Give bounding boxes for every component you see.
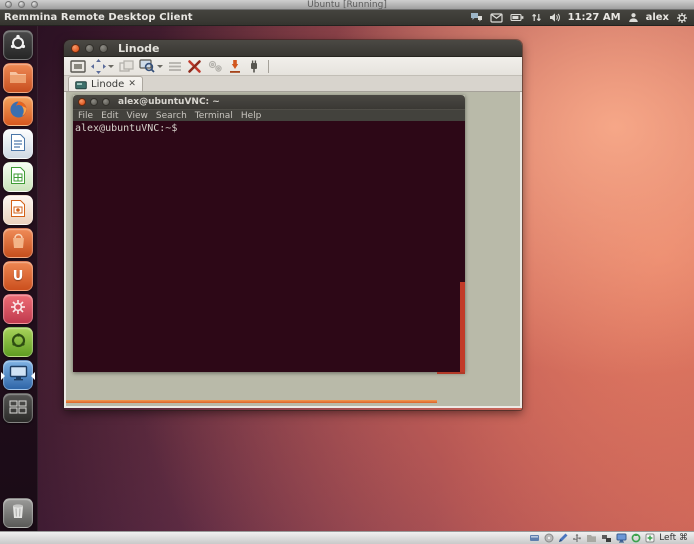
- terminal-titlebar[interactable]: alex@ubuntuVNC: ~: [73, 95, 465, 109]
- usb-icon[interactable]: [572, 533, 582, 543]
- remmina-titlebar[interactable]: Linode: [64, 40, 522, 57]
- menu-search[interactable]: Search: [156, 111, 187, 121]
- zoom-dropdown[interactable]: [157, 65, 163, 68]
- zoom-icon[interactable]: [139, 59, 163, 73]
- features-icon[interactable]: [631, 533, 641, 543]
- toolbar-separator: [268, 60, 269, 73]
- launcher-libreoffice-calc[interactable]: [3, 162, 33, 192]
- volume-icon[interactable]: [549, 12, 561, 23]
- focused-app-arrow-right: [31, 372, 35, 380]
- trash-can-icon: [10, 502, 26, 524]
- menu-edit[interactable]: Edit: [101, 111, 118, 121]
- display-icon[interactable]: [616, 533, 627, 543]
- session-username[interactable]: alex: [646, 12, 669, 23]
- folder-icon: [9, 69, 27, 88]
- virtualbox-statusbar: Left ⌘: [0, 531, 694, 544]
- menu-view[interactable]: View: [127, 111, 148, 121]
- shared-folders-icon[interactable]: [586, 534, 597, 543]
- menu-help[interactable]: Help: [241, 111, 262, 121]
- tab-close-icon[interactable]: ✕: [128, 79, 136, 89]
- preferences-tools-icon[interactable]: [187, 59, 202, 74]
- terminal-body[interactable]: alex@ubuntuVNC:~$: [73, 121, 465, 372]
- active-app-title: Remmina Remote Desktop Client: [0, 12, 193, 23]
- scaled-mode-dropdown[interactable]: [108, 65, 114, 68]
- remote-terminal-window[interactable]: alex@ubuntuVNC: ~ File Edit View Search …: [73, 95, 465, 372]
- software-center-bag-icon: [10, 233, 27, 254]
- calc-spreadsheet-icon: [10, 166, 26, 189]
- host-window-title: Ubuntu [Running]: [0, 0, 694, 10]
- minimize-to-tray-icon[interactable]: [228, 59, 242, 73]
- host-key-label: Left ⌘: [659, 532, 688, 544]
- launcher-system-settings[interactable]: [3, 294, 33, 324]
- connection-tab-linode[interactable]: Linode ✕: [68, 76, 143, 91]
- session-gear-icon[interactable]: [676, 12, 688, 24]
- menu-terminal[interactable]: Terminal: [195, 111, 233, 121]
- impress-presentation-icon: [10, 199, 26, 222]
- terminal-close-button[interactable]: [78, 98, 86, 106]
- network-icon[interactable]: [531, 12, 542, 23]
- launcher-firefox[interactable]: [3, 96, 33, 126]
- launcher-libreoffice-impress[interactable]: [3, 195, 33, 225]
- disconnect-plug-icon[interactable]: [247, 60, 261, 73]
- battery-icon[interactable]: [510, 13, 524, 22]
- optical-drive-icon[interactable]: [544, 533, 554, 543]
- launcher-ubuntu-one[interactable]: U: [3, 261, 33, 291]
- hard-disk-icon[interactable]: [529, 533, 540, 543]
- launcher-ubuntu-software-center[interactable]: [3, 228, 33, 258]
- vm-screen: Ubuntu [Running] Remmina Remote Desktop …: [0, 0, 694, 544]
- terminal-minimize-button[interactable]: [90, 98, 98, 106]
- workspace-grid-icon: [9, 399, 27, 418]
- writer-document-icon: [10, 133, 26, 156]
- tools-gears-icon: [207, 59, 223, 73]
- terminal-maximize-button[interactable]: [102, 98, 110, 106]
- focused-app-arrow-left: [1, 372, 5, 380]
- host-window-titlebar[interactable]: Ubuntu [Running]: [0, 0, 694, 10]
- terminal-prompt: alex@ubuntuVNC:~$: [75, 123, 177, 134]
- remmina-maximize-button[interactable]: [99, 44, 108, 53]
- remmina-window-title: Linode: [118, 42, 160, 55]
- tab-label: Linode: [91, 79, 124, 90]
- grab-keyboard-icon: [168, 61, 182, 72]
- remote-desktop-view[interactable]: alex@ubuntuVNC: ~ File Edit View Search …: [64, 92, 522, 408]
- mail-icon[interactable]: [490, 13, 503, 23]
- ubuntu-one-glyph: U: [13, 269, 24, 284]
- terminal-bottom-edge-artifact: [437, 372, 465, 374]
- user-icon[interactable]: [628, 12, 639, 23]
- remmina-window: Linode Linode ✕: [64, 40, 522, 410]
- tab-connection-icon: [75, 75, 87, 94]
- remmina-minimize-button[interactable]: [85, 44, 94, 53]
- mouse-integration-icon[interactable]: [645, 533, 655, 543]
- launcher-trash[interactable]: [3, 498, 33, 528]
- launcher-update-manager[interactable]: [3, 327, 33, 357]
- update-swirl-icon: [10, 332, 27, 353]
- launcher-remmina[interactable]: [3, 360, 33, 390]
- ubuntu-logo-icon: [9, 34, 27, 56]
- network-adapters-icon[interactable]: [601, 534, 612, 543]
- launcher-workspace-switcher[interactable]: [3, 393, 33, 423]
- ubuntu-top-panel: Remmina Remote Desktop Client 11:27 AM a…: [0, 10, 694, 26]
- unity-launcher: U: [0, 26, 38, 531]
- gear-wrench-icon: [9, 298, 27, 320]
- remote-desktop-bottom-line: [66, 400, 437, 403]
- scaled-mode-icon[interactable]: [91, 59, 114, 74]
- remmina-toolbar: [64, 57, 522, 76]
- messages-icon[interactable]: [470, 12, 483, 23]
- clock[interactable]: 11:27 AM: [568, 12, 621, 23]
- terminal-right-edge-artifact: [460, 282, 465, 372]
- launcher-dash-home[interactable]: [3, 30, 33, 60]
- indicator-area: 11:27 AM alex: [470, 12, 694, 24]
- toggle-fullscreen-icon[interactable]: [70, 60, 86, 73]
- switch-tab-icon: [119, 60, 134, 73]
- launcher-libreoffice-writer[interactable]: [3, 129, 33, 159]
- terminal-menubar: File Edit View Search Terminal Help: [73, 109, 465, 121]
- remmina-tabbar: Linode ✕: [64, 76, 522, 92]
- firefox-icon: [9, 100, 28, 123]
- launcher-home-folder[interactable]: [3, 63, 33, 93]
- menu-file[interactable]: File: [78, 111, 93, 121]
- remmina-monitor-icon: [9, 365, 28, 385]
- terminal-window-title: alex@ubuntuVNC: ~: [118, 97, 220, 107]
- remmina-close-button[interactable]: [71, 44, 80, 53]
- video-capture-icon[interactable]: [558, 533, 568, 543]
